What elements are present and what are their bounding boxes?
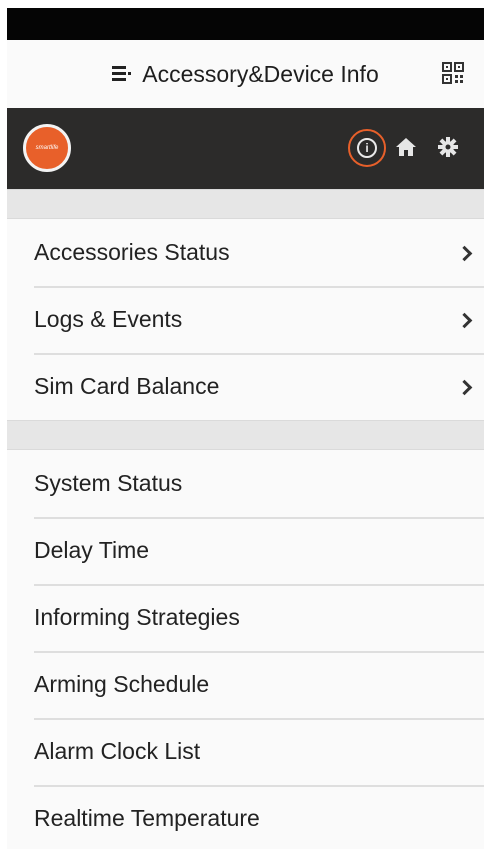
- chevron-right-icon: [456, 245, 473, 261]
- status-bar: [7, 8, 484, 40]
- page-title: Accessory&Device Info: [142, 60, 379, 87]
- list-item-alarm-clock-list[interactable]: Alarm Clock List: [7, 718, 484, 785]
- info-icon: i: [357, 138, 377, 158]
- title-bar: Accessory&Device Info: [7, 40, 484, 108]
- list-item-arming-schedule[interactable]: Arming Schedule: [7, 651, 484, 718]
- list-item-logs-events[interactable]: Logs & Events: [7, 286, 484, 353]
- list-item-system-status[interactable]: System Status: [7, 450, 484, 517]
- logo-text: smartlife: [35, 145, 59, 151]
- page-title-group: Accessory&Device Info: [112, 60, 379, 88]
- section-spacer: [7, 189, 484, 219]
- chevron-right-icon: [456, 312, 473, 328]
- list-item-label: System Status: [34, 470, 183, 496]
- menu-list-icon[interactable]: [112, 66, 132, 82]
- phone-screen: Accessory&Device Info smartlife i Access…: [7, 8, 484, 849]
- home-icon[interactable]: [395, 136, 417, 158]
- info-button[interactable]: i: [348, 129, 386, 167]
- list-item-informing-strategies[interactable]: Informing Strategies: [7, 584, 484, 651]
- list-item-label: Accessories Status: [34, 239, 230, 265]
- list-item-label: Informing Strategies: [34, 604, 240, 630]
- list-item-delay-time[interactable]: Delay Time: [7, 517, 484, 584]
- list-item-label: Alarm Clock List: [34, 738, 201, 764]
- list-item-sim-card-balance[interactable]: Sim Card Balance: [7, 353, 484, 420]
- list-item-realtime-temperature[interactable]: Realtime Temperature: [7, 785, 484, 849]
- list-item-accessories-status[interactable]: Accessories Status: [7, 219, 484, 286]
- settings-list: System Status Delay Time Informing Strat…: [7, 450, 484, 849]
- list-item-label: Delay Time: [34, 537, 150, 563]
- app-toolbar: smartlife i: [7, 108, 484, 189]
- list-item-label: Arming Schedule: [34, 671, 210, 697]
- list-item-label: Realtime Temperature: [34, 805, 260, 831]
- settings-gear-icon[interactable]: [437, 136, 459, 158]
- list-item-label: Logs & Events: [34, 306, 183, 332]
- qr-code-icon[interactable]: [442, 62, 464, 84]
- list-item-label: Sim Card Balance: [34, 373, 220, 399]
- navigation-list: Accessories Status Logs & Events Sim Car…: [7, 219, 484, 420]
- section-spacer: [7, 420, 484, 450]
- chevron-right-icon: [456, 379, 473, 395]
- brand-logo[interactable]: smartlife: [23, 124, 71, 172]
